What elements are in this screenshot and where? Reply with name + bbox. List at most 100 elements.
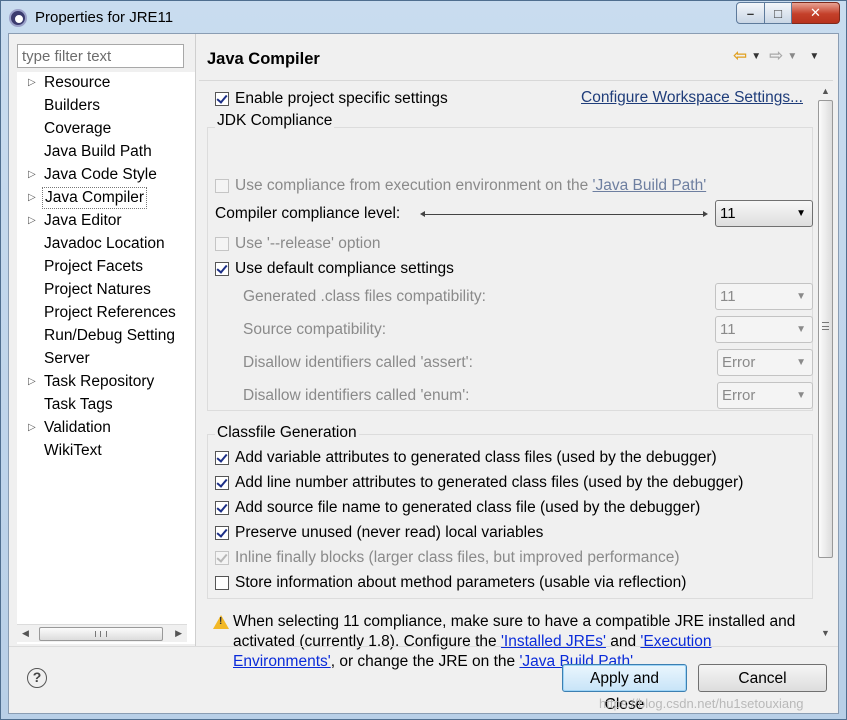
- enum-identifier-combo[interactable]: Error ▼: [717, 382, 813, 409]
- enable-specific-settings-checkbox[interactable]: Enable project specific settings: [215, 89, 448, 109]
- tree-item-label: Javadoc Location: [44, 235, 165, 252]
- tree-item-label: Server: [44, 350, 90, 367]
- page-title: Java Compiler: [207, 50, 320, 68]
- combo-value: 11: [720, 288, 736, 305]
- tree-item[interactable]: Javadoc Location: [17, 233, 193, 255]
- window-title: Properties for JRE11: [35, 9, 174, 26]
- checkbox-box[interactable]: [215, 551, 229, 565]
- tree-item[interactable]: Builders: [17, 95, 193, 117]
- compliance-level-combo[interactable]: 11 ▼: [715, 200, 813, 227]
- tree-item[interactable]: Project Facets: [17, 256, 193, 278]
- classfile-option-checkbox[interactable]: Add line number attributes to generated …: [215, 473, 743, 493]
- classfile-option-label: Preserve unused (never read) local varia…: [235, 524, 544, 541]
- classfile-option-label: Add variable attributes to generated cla…: [235, 449, 717, 466]
- class-files-compatibility-combo[interactable]: 11 ▼: [715, 283, 813, 310]
- checkbox-box[interactable]: [215, 237, 229, 251]
- chevron-down-icon: ▼: [796, 324, 806, 335]
- classfile-option-checkbox[interactable]: Add source file name to generated class …: [215, 498, 700, 518]
- scrollbar-thumb[interactable]: [39, 627, 163, 641]
- apply-and-close-button[interactable]: Apply and Close: [562, 664, 687, 713]
- scroll-down-arrow-icon[interactable]: ▼: [821, 628, 830, 638]
- tree-item[interactable]: WikiText: [17, 440, 193, 462]
- tree-item[interactable]: ▷ Java Code Style: [17, 164, 193, 186]
- checkbox-box[interactable]: [215, 501, 229, 515]
- expand-arrow-icon[interactable]: ▷: [28, 210, 36, 232]
- tree-item[interactable]: Project Natures: [17, 279, 193, 301]
- tree-item[interactable]: Coverage: [17, 118, 193, 140]
- expand-arrow-icon[interactable]: ▷: [28, 164, 36, 186]
- cancel-button[interactable]: Cancel: [698, 664, 827, 692]
- expand-arrow-icon[interactable]: ▷: [28, 371, 36, 393]
- help-icon[interactable]: ?: [27, 668, 47, 688]
- compliance-leader-arrow-icon: [420, 211, 708, 217]
- expand-arrow-icon[interactable]: ▷: [28, 417, 36, 439]
- classfile-option-checkbox[interactable]: Preserve unused (never read) local varia…: [215, 523, 543, 543]
- configure-workspace-settings-link[interactable]: Configure Workspace Settings...: [581, 89, 803, 107]
- chevron-down-icon: ▼: [796, 357, 806, 368]
- tree-horizontal-scrollbar[interactable]: ◀ ▶: [17, 624, 187, 642]
- default-compliance-label: Use default compliance settings: [235, 260, 454, 277]
- classfile-option-label: Store information about method parameter…: [235, 574, 687, 591]
- minimize-button[interactable]: –: [736, 2, 765, 24]
- tree-item-label: Validation: [44, 419, 111, 436]
- default-compliance-checkbox[interactable]: Use default compliance settings: [215, 259, 454, 279]
- tree-item-label: Project Natures: [44, 281, 151, 298]
- compliance-warning-message: When selecting 11 compliance, make sure …: [233, 613, 796, 670]
- combo-value: 11: [720, 321, 736, 338]
- tree-item[interactable]: ▷ Java Compiler: [17, 187, 193, 209]
- sash-splitter[interactable]: [195, 34, 196, 646]
- grip-icon: [95, 631, 107, 637]
- checkbox-box[interactable]: [215, 526, 229, 540]
- installed-jres-link[interactable]: 'Installed JREs': [501, 633, 606, 650]
- release-option-checkbox[interactable]: Use '--release' option: [215, 234, 381, 254]
- tree-item[interactable]: Project References: [17, 302, 193, 324]
- scrollbar-thumb[interactable]: [818, 100, 833, 558]
- class-files-compatibility-label: Generated .class files compatibility:: [243, 288, 486, 305]
- forward-arrow-icon[interactable]: ⇨: [769, 46, 783, 66]
- tree-item[interactable]: Server: [17, 348, 193, 370]
- button-bar-divider: [9, 646, 838, 647]
- expand-arrow-icon[interactable]: ▷: [28, 72, 36, 94]
- checkbox-box[interactable]: [215, 451, 229, 465]
- view-menu-chevron-down-icon[interactable]: ▼: [809, 51, 819, 62]
- compliance-level-label: Compiler compliance level:: [215, 205, 401, 222]
- tree-item[interactable]: ▷ Task Repository: [17, 371, 193, 393]
- property-pages-tree[interactable]: ▷ Resource Builders Coverage Java Build Path…: [17, 72, 195, 644]
- tree-item[interactable]: ▷ Validation: [17, 417, 193, 439]
- checkbox-box[interactable]: [215, 92, 229, 106]
- tree-item-label: Java Code Style: [44, 166, 157, 183]
- eclipse-app-icon: [9, 9, 27, 27]
- close-button[interactable]: ✕: [792, 2, 840, 24]
- tree-item[interactable]: Run/Debug Setting: [17, 325, 193, 347]
- back-arrow-icon[interactable]: ⇦: [733, 46, 747, 66]
- back-menu-chevron-down-icon[interactable]: ▼: [751, 51, 761, 62]
- checkbox-box[interactable]: [215, 179, 229, 193]
- tree-item[interactable]: ▷ Resource: [17, 72, 193, 94]
- filter-input[interactable]: [17, 44, 184, 68]
- use-env-compliance-label: Use compliance from execution environmen…: [235, 177, 707, 194]
- forward-menu-chevron-down-icon[interactable]: ▼: [787, 51, 797, 62]
- page-vertical-scrollbar[interactable]: ▲ ▼: [817, 82, 834, 642]
- scroll-right-arrow-icon[interactable]: ▶: [175, 628, 182, 639]
- scroll-left-arrow-icon[interactable]: ◀: [22, 628, 29, 639]
- expand-arrow-icon[interactable]: ▷: [28, 187, 36, 209]
- tree-item[interactable]: Java Build Path: [17, 141, 193, 163]
- title-bar[interactable]: Properties for JRE11 – □ ✕: [1, 1, 846, 35]
- checkbox-box[interactable]: [215, 476, 229, 490]
- assert-identifier-combo[interactable]: Error ▼: [717, 349, 813, 376]
- java-build-path-link[interactable]: 'Java Build Path': [593, 177, 707, 194]
- classfile-option-checkbox[interactable]: Add variable attributes to generated cla…: [215, 448, 717, 468]
- tree-item-label: Coverage: [44, 120, 112, 137]
- checkbox-box[interactable]: [215, 262, 229, 276]
- checkbox-box[interactable]: [215, 576, 229, 590]
- tree-item-label: Task Repository: [44, 373, 155, 390]
- classfile-option-checkbox[interactable]: Inline finally blocks (larger class file…: [215, 548, 680, 568]
- tree-item[interactable]: ▷ Java Editor: [17, 210, 193, 232]
- scroll-up-arrow-icon[interactable]: ▲: [821, 86, 830, 96]
- tree-item[interactable]: Task Tags: [17, 394, 193, 416]
- tree-item-label: Run/Debug Setting: [44, 327, 175, 344]
- classfile-option-checkbox[interactable]: Store information about method parameter…: [215, 573, 686, 593]
- maximize-button[interactable]: □: [765, 2, 792, 24]
- use-env-compliance-checkbox[interactable]: Use compliance from execution environmen…: [215, 176, 706, 196]
- source-compatibility-combo[interactable]: 11 ▼: [715, 316, 813, 343]
